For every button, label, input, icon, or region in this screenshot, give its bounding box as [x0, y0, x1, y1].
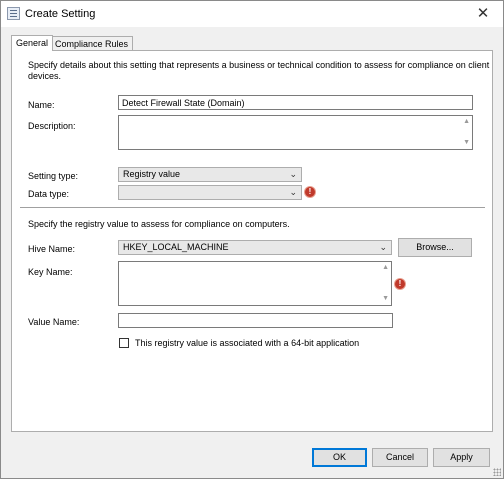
value-name-label: Value Name:	[28, 317, 80, 327]
chevron-down-icon: ⌄	[289, 169, 297, 179]
setting-type-dropdown[interactable]: Registry value ⌄	[118, 167, 302, 182]
hive-name-value: HKEY_LOCAL_MACHINE	[123, 242, 229, 252]
warning-icon: !	[305, 187, 315, 197]
general-tab-panel: Specify details about this setting that …	[11, 50, 493, 432]
cancel-button[interactable]: Cancel	[372, 448, 428, 467]
apply-button[interactable]: Apply	[433, 448, 490, 467]
scroll-up-icon[interactable]: ▲	[463, 117, 470, 127]
window-title: Create Setting	[25, 8, 96, 20]
warning-icon: !	[395, 279, 405, 289]
ok-button[interactable]: OK	[312, 448, 367, 467]
name-field[interactable]: Detect Firewall State (Domain)	[118, 95, 473, 110]
key-name-label: Key Name:	[28, 267, 73, 277]
scroll-down-icon[interactable]: ▼	[382, 294, 389, 304]
data-type-label: Data type:	[28, 189, 70, 199]
resize-grip[interactable]	[493, 468, 501, 476]
settings-dialog-icon	[7, 7, 20, 20]
value-name-field[interactable]	[118, 313, 393, 328]
setting-type-value: Registry value	[123, 169, 181, 179]
tab-compliance-rules[interactable]: Compliance Rules	[50, 36, 134, 51]
setting-type-label: Setting type:	[28, 171, 79, 181]
close-icon[interactable]: ✕	[469, 4, 497, 24]
hive-name-label: Hive Name:	[28, 244, 76, 254]
tab-general-label: General	[16, 38, 49, 48]
key-name-field[interactable]: ▲ ▼	[118, 261, 392, 306]
hive-name-dropdown[interactable]: HKEY_LOCAL_MACHINE ⌄	[118, 240, 392, 255]
registry-intro-text: Specify the registry value to assess for…	[28, 219, 290, 229]
browse-button[interactable]: Browse...	[398, 238, 472, 257]
is-64bit-label[interactable]: This registry value is associated with a…	[135, 338, 359, 348]
scroll-down-icon[interactable]: ▼	[463, 138, 470, 148]
title-bar[interactable]: Create Setting ✕	[1, 1, 503, 27]
description-field[interactable]: ▲ ▼	[118, 115, 473, 150]
intro-text-line1: Specify details about this setting that …	[28, 60, 490, 70]
name-label: Name:	[28, 100, 55, 110]
data-type-dropdown[interactable]: ⌄	[118, 185, 302, 200]
create-setting-dialog: Create Setting ✕ General Compliance Rule…	[0, 0, 504, 479]
tab-general[interactable]: General	[11, 35, 54, 51]
tab-compliance-rules-label: Compliance Rules	[55, 39, 129, 49]
name-field-value: Detect Firewall State (Domain)	[122, 98, 245, 108]
scroll-up-icon[interactable]: ▲	[382, 263, 389, 273]
description-label: Description:	[28, 121, 76, 131]
intro-text-line2: devices.	[28, 71, 62, 81]
chevron-down-icon: ⌄	[289, 187, 297, 197]
chevron-down-icon: ⌄	[379, 242, 387, 252]
is-64bit-checkbox[interactable]	[119, 338, 129, 348]
section-divider	[20, 207, 485, 208]
